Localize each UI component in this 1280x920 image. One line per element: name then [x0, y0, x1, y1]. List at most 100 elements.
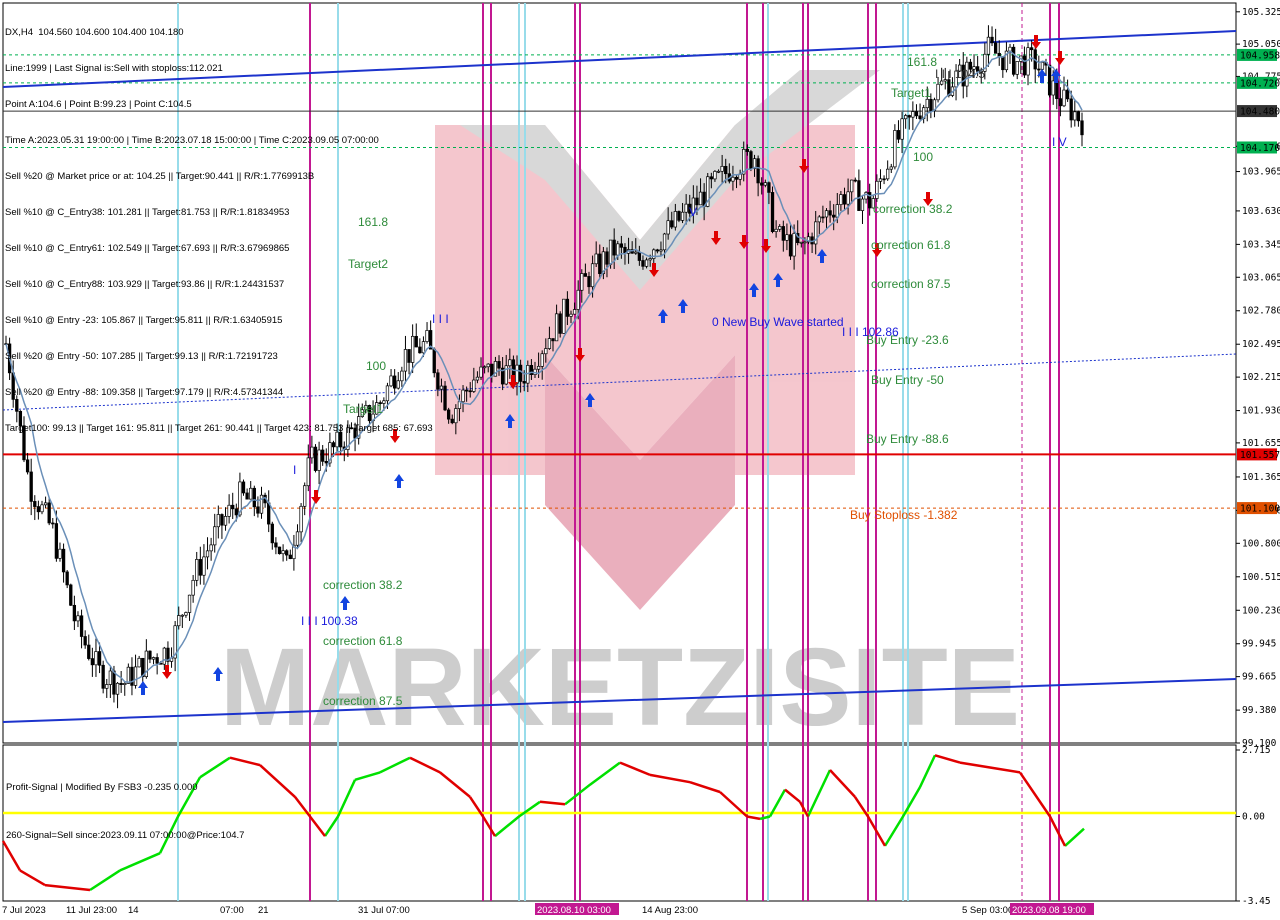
- candle-body: [792, 233, 796, 257]
- candle-body: [713, 171, 717, 180]
- candle-body: [608, 239, 613, 265]
- level-label: Target1: [891, 86, 931, 100]
- candle-body: [544, 348, 548, 355]
- candle-body: [432, 348, 436, 374]
- price-tick-label: 102.495: [1242, 339, 1280, 350]
- time-axis: 7 Jul 2023 11 Jul 23:00 14 07:00 21 31 Jul 07…: [2, 903, 1094, 916]
- candle-body: [886, 168, 890, 180]
- level-label: correction 87.5: [871, 277, 951, 291]
- candle-body: [562, 298, 566, 334]
- candle-body: [234, 508, 238, 516]
- level-label-text: 101.557: [1240, 450, 1280, 461]
- info-line: Sell %20 @ Entry -88: 109.358 || Target:…: [5, 387, 284, 398]
- candle-body: [680, 211, 685, 221]
- candle-body: [259, 494, 264, 514]
- candle-body: [670, 220, 674, 228]
- level-label: I V: [1052, 135, 1067, 149]
- candle-body: [655, 249, 660, 252]
- info-line: Point A:104.6 | Point B:99.23 | Point C:…: [5, 99, 192, 110]
- candle-body: [202, 556, 206, 576]
- candle-body: [105, 684, 109, 689]
- candle-body: [1055, 80, 1059, 100]
- level-label-text: 104.958: [1240, 50, 1280, 61]
- candle-body: [907, 115, 911, 118]
- header-info: DX,H4 104.560 104.600 104.400 104.180 Li…: [5, 3, 433, 447]
- candle-body: [846, 191, 850, 205]
- candle-body: [450, 418, 454, 424]
- time-tick-label: 5 Sep 03:00: [962, 905, 1013, 916]
- time-highlight-label: 2023.08.10 03:00: [537, 905, 611, 916]
- candle-body: [33, 501, 37, 507]
- candle-body: [87, 644, 91, 659]
- candle-body: [878, 178, 883, 182]
- candle-body: [724, 165, 728, 175]
- candle-body: [925, 98, 929, 109]
- candle-body: [569, 313, 573, 317]
- candle-body: [205, 550, 210, 558]
- candle-body: [875, 180, 879, 199]
- candle-body: [637, 251, 642, 261]
- time-tick-label: 14 Aug 23:00: [642, 905, 698, 916]
- candle-body: [497, 361, 501, 369]
- candle-body: [781, 226, 785, 241]
- candle-body: [324, 460, 328, 464]
- candle-body: [698, 191, 703, 206]
- candle-body: [580, 273, 584, 291]
- price-tick-label: 103.965: [1242, 167, 1280, 178]
- candle-body: [79, 615, 84, 637]
- candle-body: [522, 381, 526, 384]
- candle-body: [659, 249, 663, 252]
- candle-body: [227, 504, 231, 517]
- candle-body: [990, 36, 994, 44]
- candle-body: [1062, 89, 1066, 107]
- candle-body: [540, 353, 544, 367]
- candle-body: [940, 80, 944, 85]
- candle-body: [209, 544, 213, 552]
- candle-body: [213, 526, 217, 546]
- candle-body: [1029, 47, 1034, 51]
- candle-body: [1015, 61, 1019, 75]
- candle-body: [1058, 98, 1063, 107]
- candle-body: [720, 165, 724, 172]
- candle-body: [904, 115, 908, 120]
- candle-body: [644, 259, 649, 267]
- candle-body: [554, 313, 559, 342]
- candle-body: [853, 179, 857, 182]
- candle-body: [799, 241, 803, 244]
- candle-body: [677, 211, 681, 221]
- candle-body: [36, 506, 41, 513]
- candle-body: [824, 210, 829, 218]
- level-label: Buy Entry -50: [871, 373, 944, 387]
- time-tick-label: 07:00: [220, 905, 244, 916]
- price-axis: 105.325105.050104.775104.180103.965103.6…: [1236, 7, 1280, 749]
- candle-body: [583, 273, 588, 277]
- candle-body: [216, 514, 220, 528]
- price-tick-label: 99.380: [1242, 705, 1277, 716]
- candle-body: [267, 502, 271, 525]
- candle-body: [439, 385, 444, 390]
- candle-body: [666, 220, 670, 235]
- candle-body: [842, 194, 847, 205]
- candle-body: [61, 548, 66, 573]
- candle-body: [536, 365, 541, 370]
- level-label: correction 61.8: [323, 634, 403, 648]
- info-line: Line:1999 | Last Signal is:Sell with sto…: [5, 63, 223, 74]
- candle-body: [648, 258, 652, 261]
- candle-body: [911, 111, 915, 118]
- candle-body: [162, 647, 166, 665]
- candle-body: [123, 683, 127, 686]
- subwindow-info: Profit-Signal | Modified By FSB3 -0.235 …: [6, 748, 244, 860]
- level-label: correction 87.5: [323, 694, 403, 708]
- candle-body: [321, 449, 325, 462]
- subwindow-title: Profit-Signal | Modified By FSB3 -0.235 …: [6, 782, 198, 793]
- info-line: Target100: 99.13 || Target 161: 95.811 |…: [5, 423, 433, 434]
- candle-body: [198, 559, 202, 576]
- candle-body: [1076, 111, 1081, 122]
- level-label: I I I: [432, 312, 449, 326]
- level-label: correction 61.8: [871, 238, 951, 252]
- price-tick-label: 103.630: [1242, 206, 1280, 217]
- candle-body: [65, 571, 69, 586]
- candle-body: [490, 363, 494, 377]
- info-line: Sell %20 @ Entry -50: 107.285 || Target:…: [5, 351, 278, 362]
- candle-body: [90, 658, 95, 666]
